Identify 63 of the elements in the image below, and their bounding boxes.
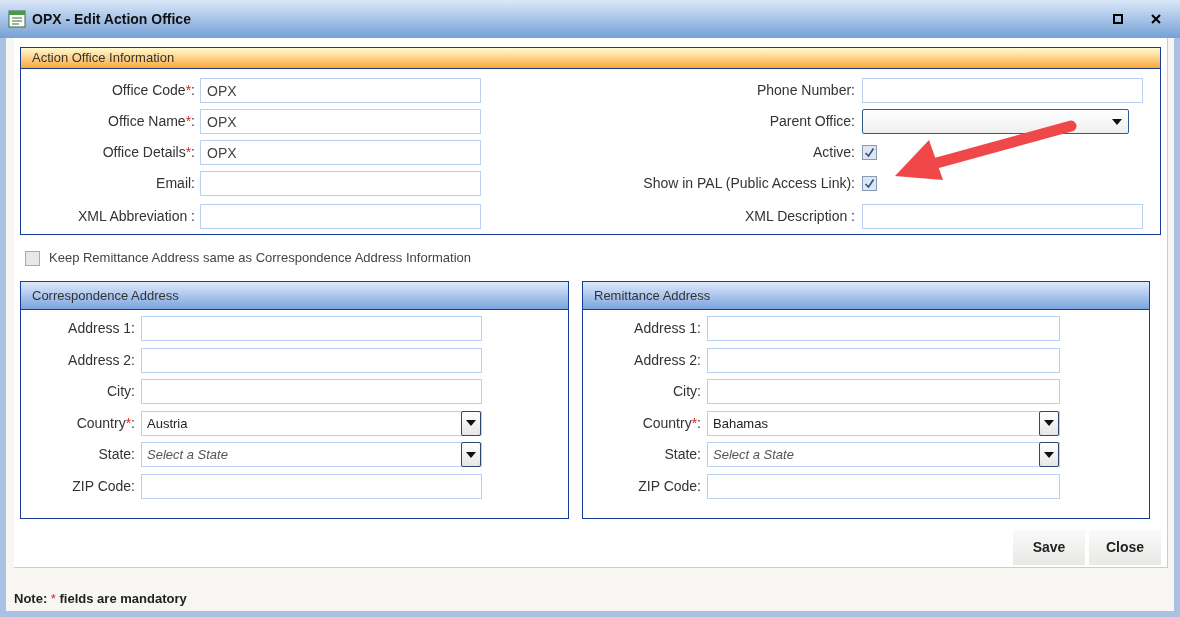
combo-box[interactable]: Select a State (141, 442, 482, 468)
checkmark-icon (864, 147, 875, 158)
checkbox[interactable] (25, 250, 40, 266)
caret-icon (1044, 420, 1054, 427)
text-field[interactable] (707, 473, 1060, 499)
field-label: ZIP Code: (637, 476, 701, 496)
text-field[interactable] (200, 171, 481, 196)
checkbox[interactable] (862, 176, 877, 191)
field-label: Address 2: (633, 350, 701, 370)
field-label: XML Description : (744, 207, 855, 226)
text-field[interactable] (862, 78, 1143, 103)
text-field[interactable]: OPX (200, 109, 481, 134)
field-label: Email: (155, 174, 195, 193)
field-label: Office Code*: (111, 81, 195, 100)
field-label: XML Abbreviation : (77, 207, 195, 226)
checkbox-label: Keep Remittance Address same as Correspondence Address Information (49, 249, 471, 268)
close-icon (1151, 14, 1161, 24)
dropdown[interactable] (862, 109, 1129, 134)
text-field[interactable] (141, 316, 482, 342)
caret-icon (466, 451, 476, 458)
field-label: City: (672, 382, 701, 402)
checkbox[interactable] (862, 145, 877, 160)
caret-icon (1044, 451, 1054, 458)
combo-box[interactable]: Select a State (707, 442, 1060, 468)
field-label: Address 1: (67, 319, 135, 339)
field-label: Country*: (641, 413, 701, 433)
text-field[interactable]: OPX (200, 140, 481, 165)
panel-header: Correspondence Address (21, 282, 568, 310)
text-field[interactable] (707, 316, 1060, 342)
text-field[interactable] (707, 379, 1060, 405)
caret-icon (1112, 118, 1122, 125)
window-title: OPX - Edit Action Office (32, 9, 192, 29)
dialog-button[interactable]: Save (1013, 530, 1085, 565)
note-text: Note: * fields are mandatory (14, 589, 187, 608)
field-label: Country*: (75, 413, 135, 433)
field-label: Office Details*: (101, 143, 195, 162)
text-field[interactable] (200, 204, 481, 229)
field-label: Parent Office: (768, 112, 855, 131)
combo-box[interactable]: Bahamas (707, 410, 1060, 436)
field-label: Show in PAL (Public Access Link): (642, 174, 855, 193)
field-label: Address 1: (633, 319, 701, 339)
field-label: City: (106, 382, 135, 402)
caret-icon (466, 420, 476, 427)
form-icon (8, 10, 26, 28)
text-field[interactable] (141, 347, 482, 373)
text-field[interactable]: OPX (200, 78, 481, 103)
text-field[interactable] (141, 379, 482, 405)
combo-box[interactable]: Austria (141, 410, 482, 436)
text-field[interactable] (141, 473, 482, 499)
field-label: State: (663, 445, 701, 465)
panel-header: Action Office Information (21, 48, 1160, 69)
text-field[interactable] (862, 204, 1143, 229)
field-label: Active: (812, 143, 855, 162)
field-label: Address 2: (67, 350, 135, 370)
checkmark-icon (864, 178, 875, 189)
field-label: Office Name*: (107, 112, 195, 131)
field-label: ZIP Code: (71, 476, 135, 496)
maximize-icon (1113, 14, 1123, 24)
dialog-button[interactable]: Close (1089, 530, 1161, 565)
panel-header: Remittance Address (583, 282, 1149, 310)
text-field[interactable] (707, 347, 1060, 373)
field-label: Phone Number: (755, 81, 855, 100)
field-label: State: (97, 445, 135, 465)
